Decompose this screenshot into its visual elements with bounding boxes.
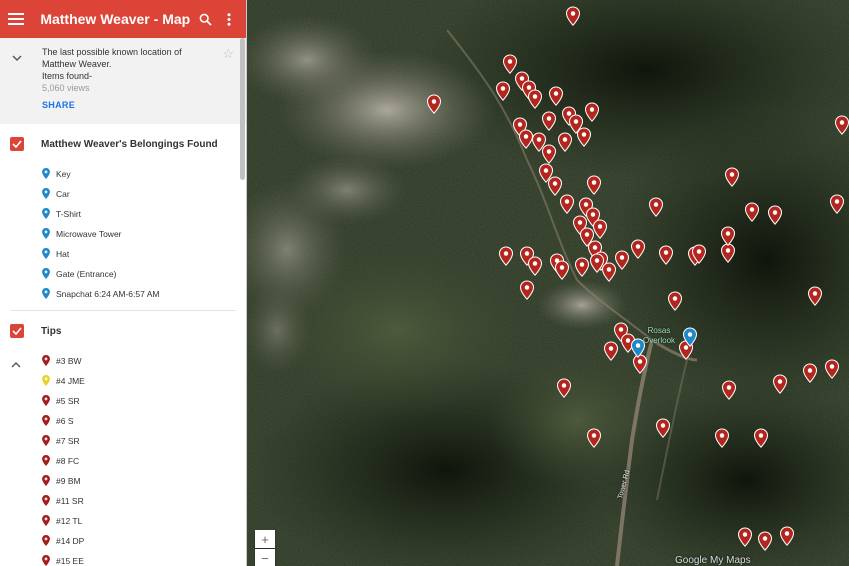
- layer-item[interactable]: #8 FC: [0, 451, 246, 471]
- map-pin-icon: [42, 167, 50, 181]
- layer-item-list: #3 BW #4 JME #5 SR #6 S #7 SR #8 FC #9 BM #11 S…: [0, 351, 246, 566]
- zoom-out-button[interactable]: −: [255, 549, 275, 566]
- layer-item-label: #7 SR: [56, 436, 80, 446]
- layer-item[interactable]: #6 S: [0, 411, 246, 431]
- layer-item-label: Car: [56, 189, 70, 199]
- place-label-line2: Overlook: [643, 336, 676, 345]
- items-found-text: Items found-: [42, 71, 93, 81]
- header-bar: Matthew Weaver - Map: [0, 0, 246, 38]
- layer-item[interactable]: #7 SR: [0, 431, 246, 451]
- satellite-imagery: [247, 0, 849, 566]
- layer-item[interactable]: #14 DP: [0, 531, 246, 551]
- layer-item-label: Snapchat 6:24 AM-6:57 AM: [56, 289, 160, 299]
- layer-item-label: Hat: [56, 249, 70, 259]
- map-pin-icon: [42, 287, 50, 301]
- sidebar: Matthew Weaver - Map ☆ The last possible…: [0, 0, 247, 566]
- layer-header: Matthew Weaver's Belongings Found: [0, 124, 246, 164]
- map-description-panel: ☆ The last possible known location of Ma…: [0, 38, 246, 124]
- layer-item[interactable]: Key: [0, 164, 246, 184]
- map-pin-icon: [42, 434, 50, 448]
- layer-item[interactable]: #5 SR: [0, 391, 246, 411]
- layer-item[interactable]: T-Shirt: [0, 204, 246, 224]
- layer-belongings: Matthew Weaver's Belongings Found Key Car…: [0, 124, 246, 311]
- layer-item[interactable]: Microwave Tower: [0, 224, 246, 244]
- view-count: 5,060 views: [42, 83, 90, 93]
- map-pin-icon: [42, 534, 50, 548]
- layer-checkbox[interactable]: [10, 324, 24, 338]
- map-pin-icon: [42, 514, 50, 528]
- layer-item-list: Key Car T-Shirt Microwave Tower Hat Gate (Ent…: [0, 164, 246, 304]
- layer-item-label: #5 SR: [56, 396, 80, 406]
- map-pin-icon: [42, 494, 50, 508]
- layer-title: Tips: [41, 325, 62, 337]
- sidebar-scrollbar[interactable]: [240, 38, 245, 180]
- layer-item-label: Gate (Entrance): [56, 269, 117, 279]
- layer-item-label: T-Shirt: [56, 209, 82, 219]
- map-pin-icon: [42, 374, 50, 388]
- layer-header: Tips: [0, 311, 246, 351]
- layer-item[interactable]: #9 BM: [0, 471, 246, 491]
- description-text: The last possible known location of Matt…: [42, 47, 182, 69]
- layer-item-label: Key: [56, 169, 71, 179]
- map-pin-icon: [42, 207, 50, 221]
- place-label-line1: Rosas: [647, 326, 671, 335]
- map-attribution: Google My Maps: [675, 555, 751, 566]
- map-pin-icon: [42, 354, 50, 368]
- layer-item-label: #3 BW: [56, 356, 82, 366]
- layer-item-label: #6 S: [56, 416, 74, 426]
- layer-item[interactable]: #11 SR: [0, 491, 246, 511]
- layer-item-label: #15 EE: [56, 556, 84, 566]
- chevron-up-icon[interactable]: [11, 355, 21, 373]
- more-vert-icon[interactable]: [220, 9, 238, 29]
- map-pin-icon: [42, 554, 50, 566]
- map-pin-icon: [42, 414, 50, 428]
- share-button[interactable]: SHARE: [42, 100, 236, 110]
- layer-item[interactable]: Gate (Entrance): [0, 264, 246, 284]
- layer-item-label: #14 DP: [56, 536, 85, 546]
- layer-item[interactable]: #15 EE: [0, 551, 246, 566]
- map-pin-icon: [42, 247, 50, 261]
- layer-title: Matthew Weaver's Belongings Found: [41, 138, 218, 150]
- layer-item[interactable]: #12 TL: [0, 511, 246, 531]
- menu-icon[interactable]: [8, 13, 24, 25]
- layer-item[interactable]: Car: [0, 184, 246, 204]
- layer-checkbox[interactable]: [10, 137, 24, 151]
- layer-item[interactable]: #4 JME: [0, 371, 246, 391]
- layer-item-label: #9 BM: [56, 476, 81, 486]
- map-title: Matthew Weaver - Map: [40, 11, 191, 27]
- layer-item[interactable]: #3 BW: [0, 351, 246, 371]
- layer-item-label: #8 FC: [56, 456, 80, 466]
- layer-item-label: Microwave Tower: [56, 229, 122, 239]
- layer-tips: Tips #3 BW #4 JME #5 SR #6 S #7 SR #8 FC #9 BM…: [0, 311, 246, 566]
- map-pin-icon: [42, 267, 50, 281]
- map-pin-icon: [42, 454, 50, 468]
- map-canvas[interactable]: Rosas Overlook Tower Rd + − Google My Ma…: [247, 0, 849, 566]
- map-pin-icon: [42, 187, 50, 201]
- layer-item-label: #12 TL: [56, 516, 83, 526]
- layer-item[interactable]: Hat: [0, 244, 246, 264]
- layer-item-label: #11 SR: [56, 496, 84, 506]
- star-icon[interactable]: ☆: [222, 46, 234, 62]
- zoom-in-button[interactable]: +: [255, 530, 275, 548]
- map-pin-icon: [42, 227, 50, 241]
- place-label: Rosas Overlook: [643, 326, 675, 346]
- search-icon[interactable]: [196, 9, 214, 29]
- map-pin-icon: [42, 394, 50, 408]
- map-pin-icon: [42, 474, 50, 488]
- layer-item[interactable]: Snapchat 6:24 AM-6:57 AM: [0, 284, 246, 304]
- chevron-down-icon[interactable]: [12, 48, 22, 66]
- layer-item-label: #4 JME: [56, 376, 85, 386]
